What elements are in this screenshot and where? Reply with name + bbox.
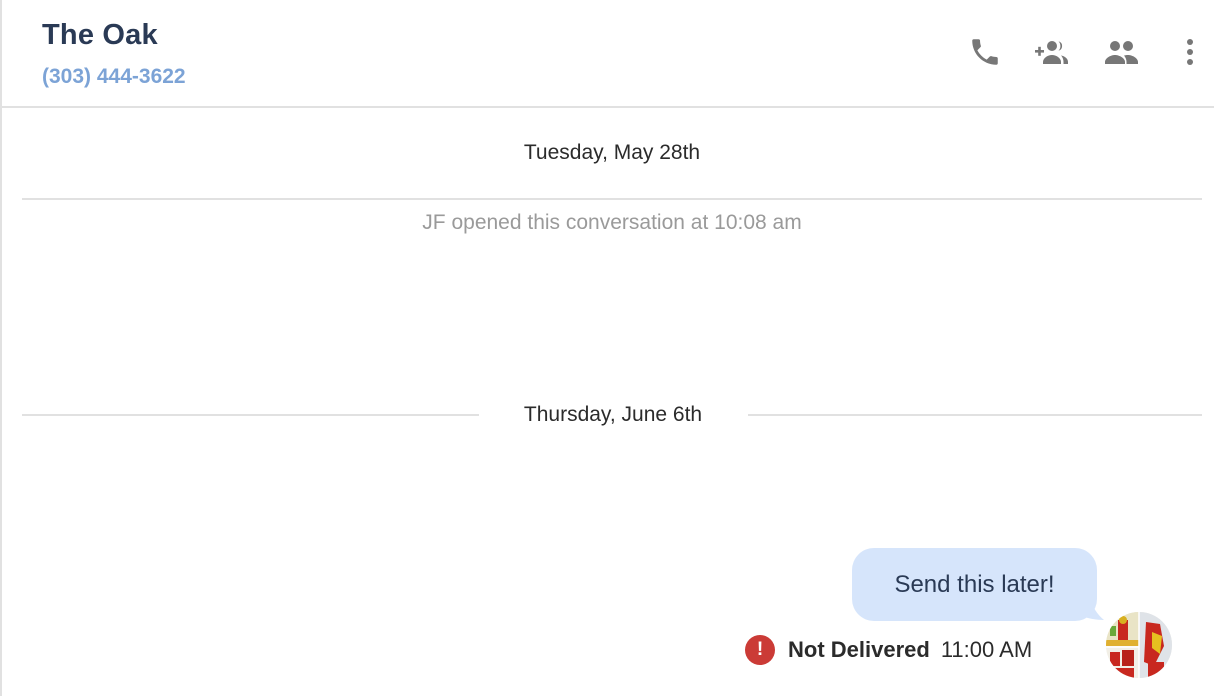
contact-phone[interactable]: (303) 444-3622	[42, 65, 186, 89]
avatar[interactable]	[1106, 612, 1172, 678]
divider-right	[748, 414, 1202, 416]
delivery-status: Not Delivered	[788, 637, 930, 662]
phone-icon	[968, 35, 1002, 74]
divider-left	[22, 414, 479, 416]
avatar-image	[1106, 612, 1172, 678]
message-status: ! Not Delivered 11:00 AM	[745, 634, 1032, 666]
group-icon	[1104, 38, 1140, 71]
message-time: 11:00 AM	[940, 637, 1033, 662]
call-button[interactable]	[963, 34, 1007, 74]
more-vertical-icon	[1185, 38, 1195, 71]
message-text: Send this later!	[894, 570, 1055, 598]
date-separator-label: Tuesday, May 28th	[523, 141, 701, 164]
header-toolbar	[972, 34, 1214, 74]
participants-button[interactable]	[1100, 34, 1144, 74]
add-participant-button[interactable]	[1032, 34, 1076, 74]
group-add-icon	[1034, 38, 1074, 71]
date-separator-label: Thursday, June 6th	[523, 403, 703, 426]
message-bubble[interactable]: Send this later!	[852, 548, 1097, 621]
system-event: JF opened this conversation at 10:08 am	[422, 211, 802, 234]
error-icon[interactable]: !	[745, 635, 775, 665]
divider	[22, 198, 1202, 200]
contact-name: The Oak	[42, 19, 158, 51]
conversation-header: The Oak (303) 444-3622	[2, 0, 1214, 108]
more-options-button[interactable]	[1168, 34, 1212, 74]
